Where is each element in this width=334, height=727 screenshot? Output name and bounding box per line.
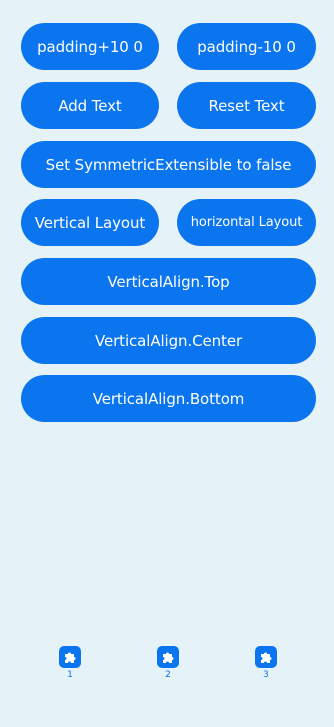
horizontal-layout-button[interactable]: horizontal Layout: [177, 199, 316, 246]
set-symmetric-extensible-button[interactable]: Set SymmetricExtensible to false: [21, 141, 316, 188]
add-text-button[interactable]: Add Text: [21, 82, 159, 129]
tab-label: 1: [67, 670, 73, 680]
tab-2[interactable]: 2: [148, 645, 188, 685]
vertical-align-center-button[interactable]: VerticalAlign.Center: [21, 317, 316, 364]
tab-label: 2: [165, 670, 171, 680]
vertical-align-bottom-button[interactable]: VerticalAlign.Bottom: [21, 375, 316, 422]
vertical-align-top-button[interactable]: VerticalAlign.Top: [21, 258, 316, 305]
vertical-layout-button[interactable]: Vertical Layout: [21, 199, 159, 246]
puzzle-icon: [255, 646, 277, 668]
tab-3[interactable]: 3: [246, 645, 286, 685]
tab-1[interactable]: 1: [50, 645, 90, 685]
padding-plus-button[interactable]: padding+10 0: [21, 23, 159, 70]
padding-minus-button[interactable]: padding-10 0: [177, 23, 316, 70]
puzzle-icon: [157, 646, 179, 668]
reset-text-button[interactable]: Reset Text: [177, 82, 316, 129]
tab-label: 3: [263, 670, 269, 680]
bottom-tab-bar: 1 2 3: [0, 645, 334, 685]
puzzle-icon: [59, 646, 81, 668]
